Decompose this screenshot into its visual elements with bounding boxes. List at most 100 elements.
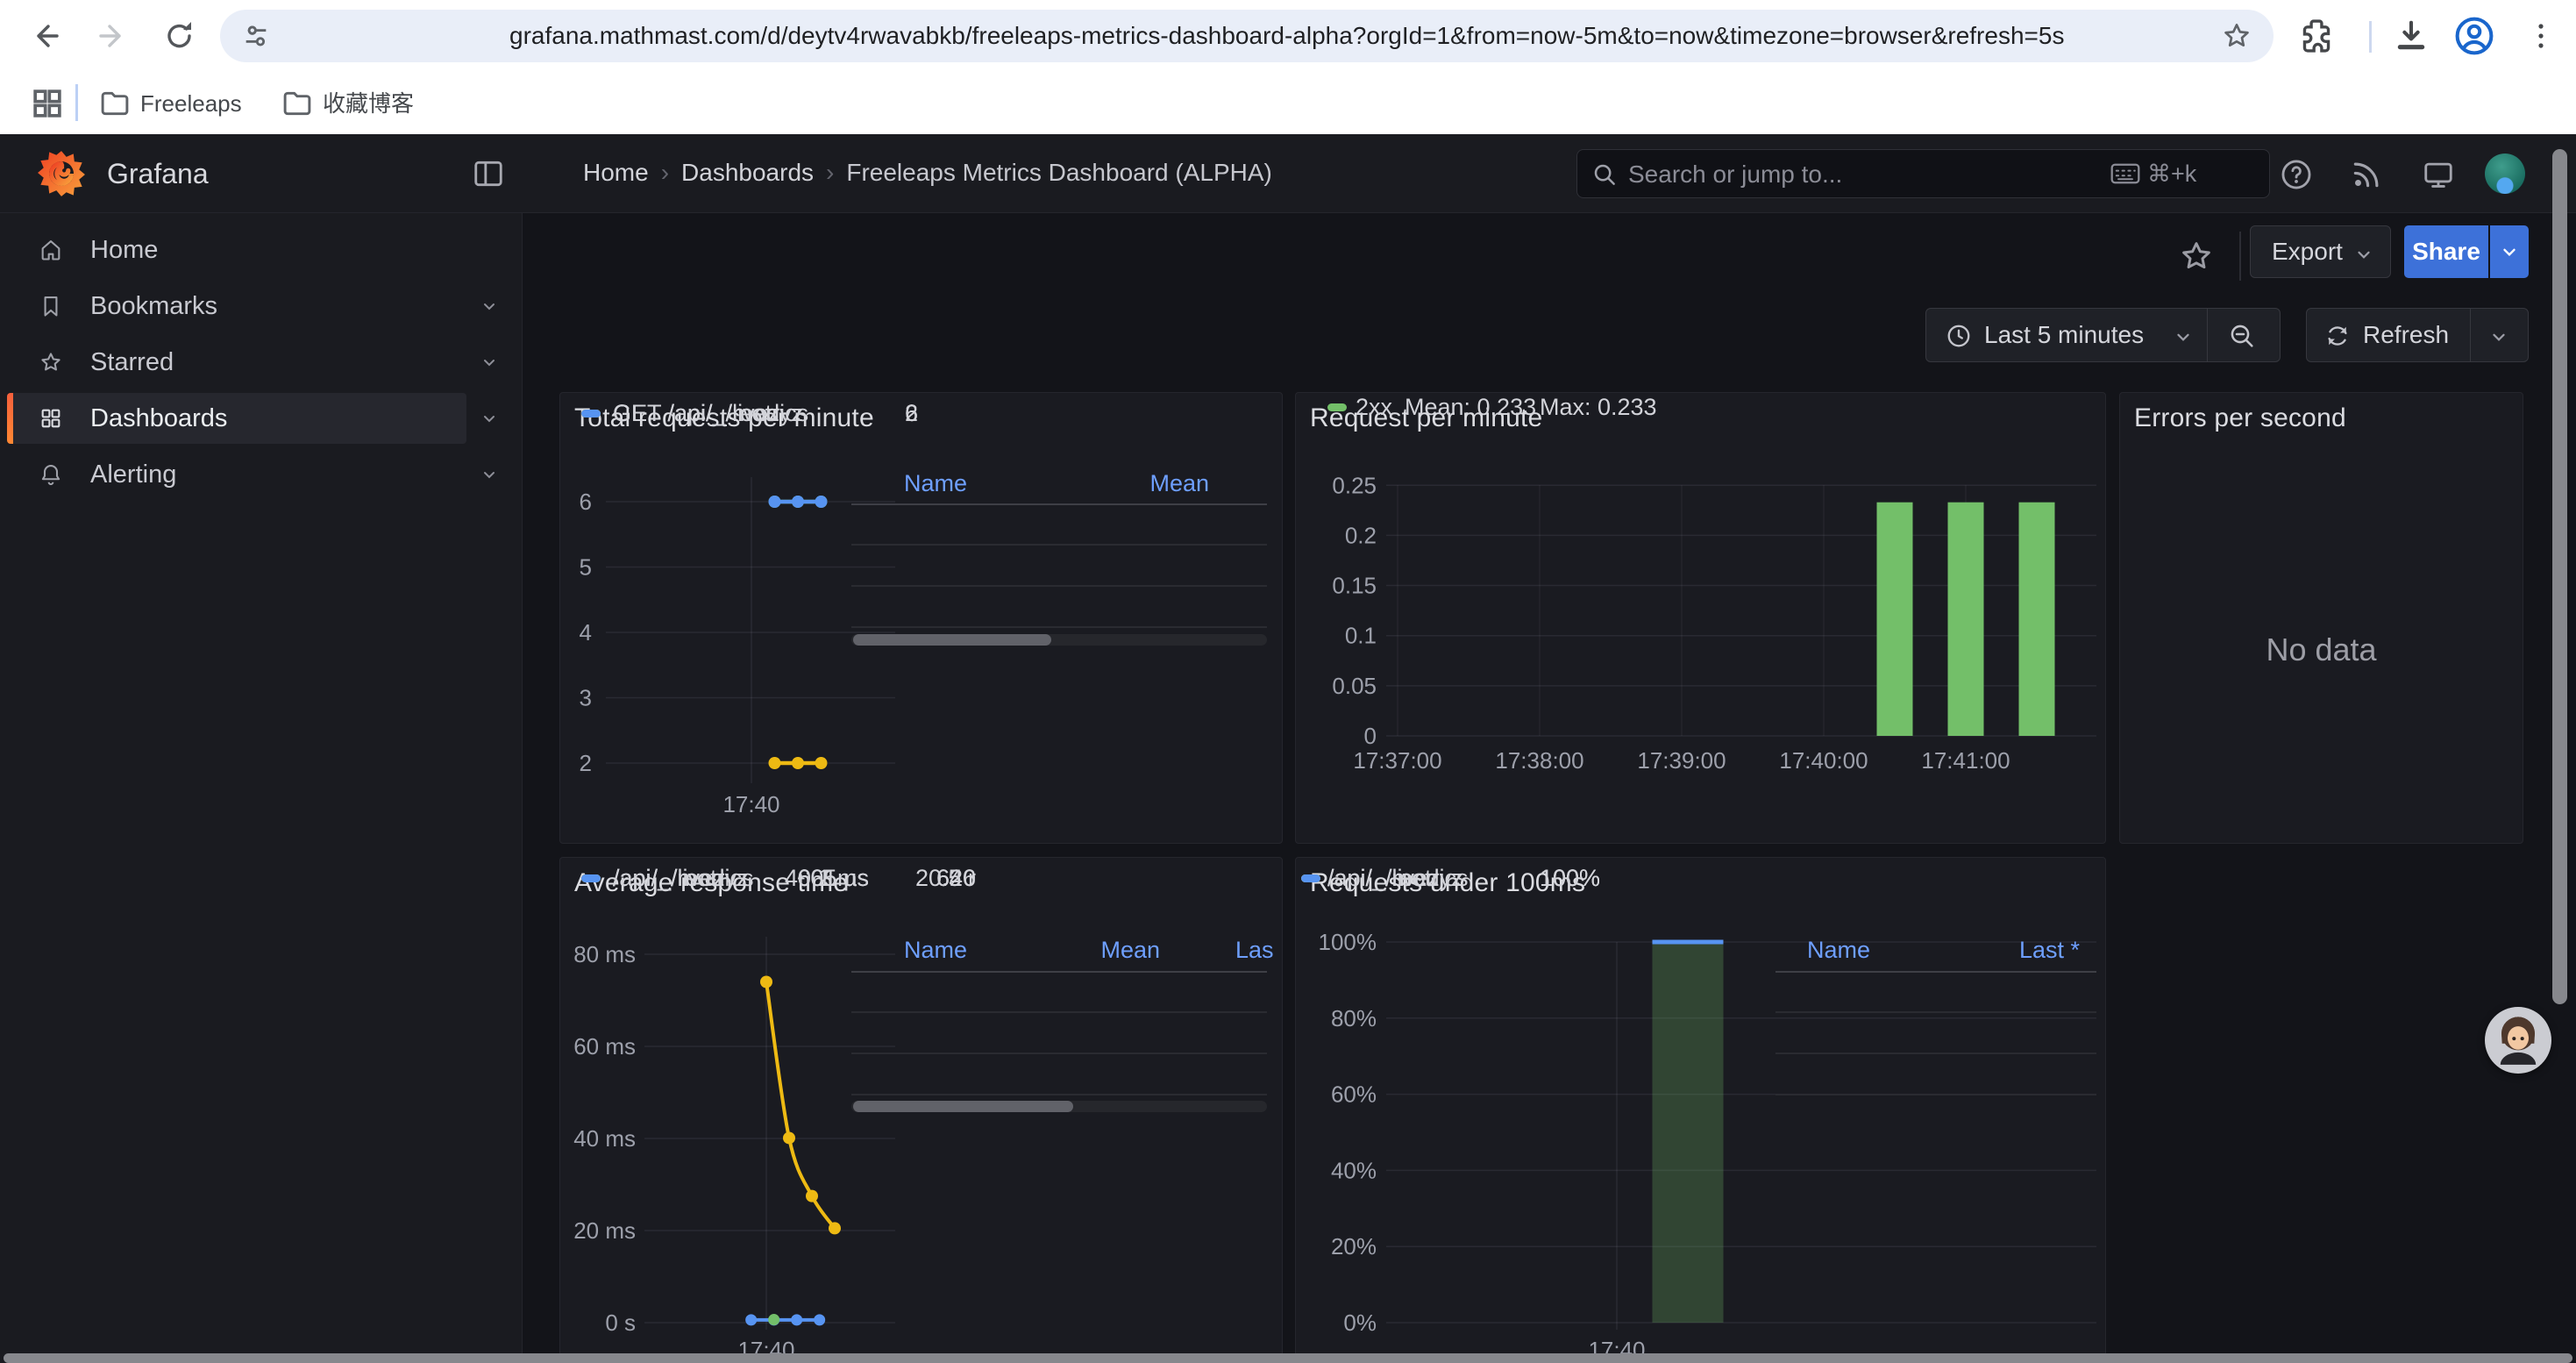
brand-title[interactable]: Grafana bbox=[107, 158, 209, 190]
breadcrumb-current: Freeleaps Metrics Dashboard (ALPHA) bbox=[846, 159, 1272, 186]
apps-grid-icon bbox=[39, 406, 63, 431]
chevron-down-icon[interactable] bbox=[480, 410, 498, 427]
grafana-app: Grafana Home›Dashboards›Freeleaps Metric… bbox=[0, 134, 2576, 1363]
table-scrollbar-thumb[interactable] bbox=[853, 1101, 1073, 1112]
table-column-header[interactable]: Mean bbox=[1016, 469, 1209, 497]
share-menu-button[interactable] bbox=[2490, 225, 2529, 278]
share-button[interactable]: Share bbox=[2404, 225, 2488, 278]
avatar-girl-icon bbox=[2485, 1007, 2551, 1074]
site-settings-icon[interactable] bbox=[241, 21, 271, 51]
row-separator bbox=[1775, 1094, 2096, 1095]
table-column-header[interactable]: Name bbox=[1807, 936, 1870, 964]
no-data-message: No data bbox=[2120, 632, 2523, 668]
table-header-underline bbox=[851, 503, 1267, 505]
table-column-header[interactable]: Mean bbox=[967, 936, 1160, 964]
assistant-avatar-widget[interactable] bbox=[2485, 1007, 2551, 1074]
sidebar-item-label: Starred bbox=[90, 337, 174, 388]
legend-table: NameMeanGET /api/_/livez6GET /api/_/metr… bbox=[560, 393, 1282, 843]
table-column-header[interactable]: Name bbox=[904, 469, 967, 497]
breadcrumb-separator: › bbox=[814, 159, 846, 186]
help-icon[interactable] bbox=[2280, 158, 2313, 191]
sidebar-item-starred[interactable]: Starred bbox=[7, 337, 466, 388]
grafana-logo[interactable] bbox=[37, 149, 86, 198]
breadcrumb-dashboards[interactable]: Dashboards bbox=[681, 159, 814, 186]
sidebar-item-label: Dashboards bbox=[90, 393, 227, 444]
chart-legend: 2xxMean: 0.233Max: 0.233 bbox=[1296, 393, 2105, 843]
breadcrumb-home[interactable]: Home bbox=[583, 159, 649, 186]
url-bar[interactable]: grafana.mathmast.com/d/deytv4rwavabkb/fr… bbox=[220, 10, 2274, 62]
bookmark-label: 收藏博客 bbox=[323, 90, 414, 117]
toolbar-divider bbox=[2369, 21, 2372, 53]
vertical-scrollbar[interactable] bbox=[2552, 149, 2567, 1004]
table-cell: 6 bbox=[725, 399, 918, 427]
bookmark-star-icon[interactable] bbox=[2221, 20, 2252, 52]
back-icon[interactable] bbox=[28, 18, 63, 54]
horizontal-scrollbar[interactable] bbox=[4, 1353, 2572, 1363]
reload-icon[interactable] bbox=[162, 18, 197, 54]
dock-sidebar-icon[interactable] bbox=[472, 157, 505, 190]
grafana-topbar: Grafana Home›Dashboards›Freeleaps Metric… bbox=[0, 134, 2576, 213]
sidebar-item-label: Bookmarks bbox=[90, 281, 217, 332]
panel-errors-per-second: Errors per second No data bbox=[2119, 392, 2523, 844]
sidebar-item-dashboards[interactable]: Dashboards bbox=[7, 393, 466, 444]
zoom-out-icon[interactable] bbox=[2228, 322, 2256, 350]
sidebar-item-label: Home bbox=[90, 225, 158, 275]
panel-total-requests-per-minute: Total requests per minute 6543217:40 Nam… bbox=[559, 392, 1283, 844]
chevron-down-icon[interactable] bbox=[2489, 327, 2508, 346]
folder-icon bbox=[98, 87, 132, 120]
profile-icon[interactable] bbox=[2453, 15, 2495, 57]
kiosk-monitor-icon[interactable] bbox=[2422, 158, 2455, 191]
table-scrollbar-thumb[interactable] bbox=[853, 634, 1051, 646]
table-column-header[interactable]: Name bbox=[904, 936, 967, 964]
download-icon[interactable] bbox=[2392, 17, 2430, 55]
panel-request-per-minute: Request per minute 0.250.20.150.10.05017… bbox=[1295, 392, 2106, 844]
apps-grid-icon[interactable] bbox=[30, 86, 65, 121]
chevron-down-icon bbox=[2500, 242, 2519, 261]
time-range-label[interactable]: Last 5 minutes bbox=[1984, 321, 2144, 349]
user-avatar[interactable] bbox=[2485, 153, 2525, 194]
url-text[interactable]: grafana.mathmast.com/d/deytv4rwavabkb/fr… bbox=[509, 10, 2421, 62]
bookmark-folder-blogs[interactable]: 收藏博客 bbox=[281, 72, 372, 134]
table-column-header[interactable]: Last * bbox=[1887, 936, 2080, 964]
bookmark-icon bbox=[39, 294, 63, 318]
legend-table-row[interactable]: /api/_/readyz100% bbox=[1296, 938, 1617, 979]
row-separator bbox=[1775, 1011, 2096, 1013]
legend-table-row[interactable]: GET /api/_/metrics2 bbox=[560, 433, 976, 474]
sidebar-item-home[interactable]: Home bbox=[7, 225, 466, 275]
bookmark-folder-freeleaps[interactable]: Freeleaps bbox=[98, 72, 200, 134]
group-divider bbox=[2207, 309, 2208, 361]
browser-menu-icon[interactable] bbox=[2523, 18, 2558, 54]
browser-window: grafana.mathmast.com/d/deytv4rwavabkb/fr… bbox=[0, 0, 2576, 1363]
sidebar-item-bookmarks[interactable]: Bookmarks bbox=[7, 281, 466, 332]
legend-row[interactable]: 2xxMean: 0.233Max: 0.233 bbox=[1296, 393, 2085, 421]
table-cell: 100% bbox=[1407, 864, 1600, 892]
table-column-header[interactable]: Las bbox=[1235, 936, 1274, 964]
favorite-star-icon[interactable] bbox=[2178, 238, 2215, 275]
time-range-group: Last 5 minutes bbox=[1925, 308, 2281, 362]
export-button[interactable]: Export bbox=[2250, 225, 2391, 278]
chevron-down-icon[interactable] bbox=[2174, 327, 2193, 346]
panel-title[interactable]: Errors per second bbox=[2134, 403, 2346, 433]
chevron-down-icon bbox=[2354, 245, 2373, 264]
search-box[interactable]: Search or jump to... ⌘+k bbox=[1576, 149, 2270, 198]
chevron-down-icon[interactable] bbox=[480, 466, 498, 483]
row-separator bbox=[851, 1011, 1267, 1013]
refresh-label[interactable]: Refresh bbox=[2363, 321, 2449, 349]
legend-text: 2xx bbox=[1356, 393, 1392, 421]
refresh-icon[interactable] bbox=[2324, 323, 2351, 349]
keyboard-icon bbox=[2110, 162, 2140, 185]
extensions-icon[interactable] bbox=[2297, 17, 2336, 55]
news-rss-icon[interactable] bbox=[2350, 158, 2383, 191]
bookmarks-divider bbox=[75, 84, 78, 121]
chevron-down-icon[interactable] bbox=[480, 297, 498, 315]
legend-table-row[interactable]: /api/_/metrics40.1 ms20.5 r bbox=[560, 898, 976, 938]
sidebar-item-alerting[interactable]: Alerting bbox=[7, 449, 466, 500]
legend-table-row[interactable]: /api/_/metrics100% bbox=[1296, 898, 1617, 938]
breadcrumb: Home›Dashboards›Freeleaps Metrics Dashbo… bbox=[583, 159, 1272, 187]
export-label: Export bbox=[2272, 238, 2343, 266]
chevron-down-icon[interactable] bbox=[480, 353, 498, 371]
search-shortcut: ⌘+k bbox=[2147, 161, 2196, 188]
bookmark-label: Freeleaps bbox=[140, 90, 242, 117]
forward-icon[interactable] bbox=[95, 18, 130, 54]
star-icon bbox=[39, 350, 63, 375]
